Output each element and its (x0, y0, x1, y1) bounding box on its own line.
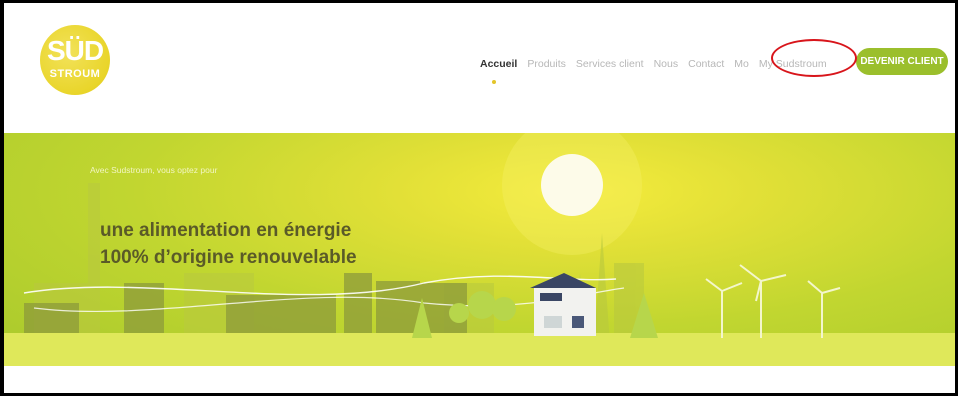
nav-item-services-client[interactable]: Services client (576, 58, 644, 70)
hero-intro-text: Avec Sudstroum, vous optez pour (90, 165, 218, 175)
house (530, 273, 596, 336)
logo-main-text: SÜD (46, 35, 104, 66)
nav-item-accueil[interactable]: Accueil (480, 58, 517, 70)
nav-item-nous[interactable]: Nous (654, 58, 679, 70)
devenir-client-button[interactable]: DEVENIR CLIENT (856, 48, 948, 75)
nav-item-contact[interactable]: Contact (688, 58, 724, 70)
nav-item-mo[interactable]: Mo (734, 58, 749, 70)
nav-item-produits[interactable]: Produits (527, 58, 566, 70)
hero-headline-line1: une alimentation en énergie (100, 220, 352, 241)
nav-item-my-sudstroum[interactable]: My Sudstroum (759, 58, 827, 70)
logo-sub-text: STROUM (49, 68, 101, 80)
hero-headline-line2: 100% d’origine renouvelable (100, 247, 357, 268)
sudstroum-logo[interactable]: SÜD STROUM (40, 25, 110, 95)
ground (4, 333, 955, 366)
site-header: SÜD STROUM Accueil Produits Services cli… (4, 3, 955, 133)
below-hero-blank (4, 366, 955, 393)
hero-banner: Avec Sudstroum, vous optez pour une alim… (4, 133, 955, 366)
wind-turbines (705, 264, 841, 338)
wind-line (23, 275, 617, 296)
main-nav: Accueil Produits Services client Nous Co… (480, 55, 837, 73)
active-indicator-dot (492, 80, 496, 84)
sun (541, 154, 603, 216)
